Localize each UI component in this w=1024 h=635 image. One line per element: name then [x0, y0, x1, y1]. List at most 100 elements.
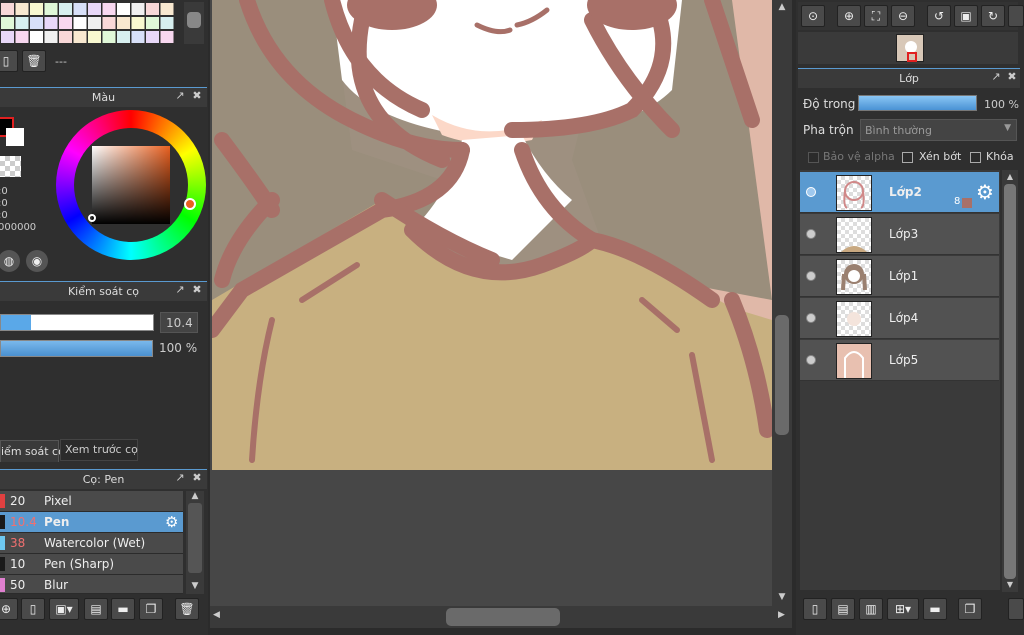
palette-swatch[interactable] — [146, 3, 159, 15]
rotate-right-icon[interactable]: ↻ — [981, 5, 1005, 27]
palette-swatch[interactable] — [117, 17, 130, 29]
blend-mode-select[interactable]: Bình thường ▼ — [860, 119, 1017, 141]
add-layer-menu-icon[interactable]: ⊞▾ — [887, 598, 919, 620]
palette-swatch[interactable] — [88, 17, 101, 29]
brush-item[interactable]: 20 Pixel — [0, 491, 183, 512]
protect-alpha-checkbox[interactable] — [808, 152, 819, 163]
brush-item-selected[interactable]: 10.4 Pen ⚙ — [0, 512, 183, 533]
tab-brush-preview[interactable]: Xem trước cọ — [60, 439, 138, 461]
hue-ring-handle[interactable] — [184, 198, 196, 210]
canvas-horizontal-scrollbar[interactable]: ◀ ▶ — [210, 606, 792, 628]
palette-swatch[interactable] — [160, 17, 174, 29]
scroll-up-icon[interactable]: ▲ — [775, 2, 789, 12]
palette-swatch[interactable] — [73, 3, 87, 15]
scroll-left-icon[interactable]: ◀ — [213, 610, 220, 620]
layer-opacity-slider[interactable] — [858, 95, 977, 111]
close-icon[interactable]: ✖ — [191, 472, 203, 484]
close-icon[interactable]: ✖ — [191, 284, 203, 296]
navigator-preview[interactable] — [798, 32, 1018, 64]
layer-item[interactable]: Lớp1 — [800, 256, 999, 297]
more-icon[interactable] — [1008, 598, 1024, 620]
undock-icon[interactable]: ↗ — [174, 284, 186, 296]
brush-settings-icon[interactable]: ▤ — [84, 598, 108, 620]
drawing-canvas[interactable] — [212, 0, 772, 470]
palette-swatch[interactable] — [30, 31, 43, 43]
undock-icon[interactable]: ↗ — [174, 90, 186, 102]
gear-icon[interactable]: ⚙ — [165, 513, 178, 531]
zoom-out-icon[interactable]: ⊖ — [891, 5, 915, 27]
scroll-down-icon[interactable]: ▼ — [775, 592, 789, 602]
undock-icon[interactable]: ↗ — [174, 472, 186, 484]
saturation-value-box[interactable] — [92, 146, 170, 224]
scroll-thumb[interactable] — [775, 315, 789, 435]
palette-swatch[interactable] — [131, 17, 145, 29]
brush-size-slider[interactable] — [0, 314, 154, 331]
palette-scrollbar[interactable] — [184, 2, 204, 44]
palette-swatch[interactable] — [15, 31, 29, 43]
layer-list-scrollbar[interactable]: ▲ ▼ — [1002, 170, 1018, 592]
trash-icon[interactable]: 🗑 — [22, 50, 46, 72]
close-icon[interactable]: ✖ — [1006, 71, 1018, 83]
transparent-color[interactable] — [0, 156, 21, 177]
fit-screen-icon[interactable]: ⛶ — [864, 5, 888, 27]
palette-swatch[interactable] — [30, 17, 43, 29]
new-layer-8bit-icon[interactable]: ▤ — [831, 598, 855, 620]
palette-swatch[interactable] — [59, 17, 72, 29]
brush-opacity-slider[interactable] — [0, 340, 153, 357]
visibility-icon[interactable] — [806, 313, 816, 323]
background-color[interactable] — [6, 128, 24, 146]
sv-handle[interactable] — [88, 214, 96, 222]
palette-swatch[interactable] — [88, 31, 101, 43]
palette-swatch[interactable] — [1, 17, 14, 29]
navigator-more-icon[interactable] — [1008, 5, 1024, 27]
palette-swatch[interactable] — [146, 31, 159, 43]
palette-swatch[interactable] — [1, 3, 14, 15]
palette-swatch[interactable] — [102, 17, 116, 29]
palette-swatch[interactable] — [146, 17, 159, 29]
palette-swatch[interactable] — [44, 17, 58, 29]
folder-icon[interactable]: ▬ — [111, 598, 135, 620]
scroll-thumb[interactable] — [446, 608, 560, 626]
palette-swatch[interactable] — [59, 31, 72, 43]
palette-swatch[interactable] — [44, 31, 58, 43]
scroll-right-icon[interactable]: ▶ — [778, 610, 785, 620]
layer-item-selected[interactable]: Lớp2 8 ⚙ — [800, 172, 999, 213]
trash-icon[interactable]: 🗑 — [175, 598, 199, 620]
palette-swatch[interactable] — [117, 3, 130, 15]
canvas-vertical-scrollbar[interactable]: ▲ ▼ — [772, 0, 792, 606]
undock-icon[interactable]: ↗ — [990, 71, 1002, 83]
brush-item[interactable]: 50 Blur — [0, 575, 183, 594]
new-layer-1bit-icon[interactable]: ▥ — [859, 598, 883, 620]
palette-swatch[interactable] — [44, 3, 58, 15]
palette-swatch[interactable] — [15, 17, 29, 29]
clipping-checkbox[interactable] — [902, 152, 913, 163]
brush-item[interactable]: 38 Watercolor (Wet) — [0, 533, 183, 554]
visibility-icon[interactable] — [806, 355, 816, 365]
layer-item[interactable]: Lớp4 — [800, 298, 999, 339]
visibility-icon[interactable] — [806, 229, 816, 239]
palette-swatch[interactable] — [88, 3, 101, 15]
palette-swatch[interactable] — [73, 17, 87, 29]
color-palette-grid[interactable] — [0, 2, 178, 44]
palette-swatch[interactable] — [160, 31, 174, 43]
gear-icon[interactable]: ⚙ — [976, 180, 994, 204]
color-picker-icon[interactable]: ◉ — [26, 250, 48, 272]
reset-view-icon[interactable]: ▣ — [954, 5, 978, 27]
close-icon[interactable]: ✖ — [191, 90, 203, 102]
palette-swatch[interactable] — [15, 3, 29, 15]
palette-swatch[interactable] — [1, 31, 14, 43]
palette-swatch[interactable] — [59, 3, 72, 15]
brush-size-value-box[interactable]: 10.4 — [160, 312, 198, 333]
new-layer-icon[interactable]: ▯ — [803, 598, 827, 620]
palette-swatch[interactable] — [131, 3, 145, 15]
tab-brush-control[interactable]: iểm soát cọ — [0, 440, 65, 462]
layer-item[interactable]: Lớp5 — [800, 340, 999, 381]
palette-swatch[interactable] — [30, 3, 43, 15]
duplicate-icon[interactable]: ❐ — [958, 598, 982, 620]
brush-list-scrollbar[interactable]: ▲ ▼ — [186, 491, 204, 594]
duplicate-icon[interactable]: ❐ — [139, 598, 163, 620]
palette-swatch[interactable] — [73, 31, 87, 43]
palette-swatch[interactable] — [160, 3, 174, 15]
new-brush-icon[interactable]: ▯ — [21, 598, 45, 620]
palette-swatch[interactable] — [117, 31, 130, 43]
